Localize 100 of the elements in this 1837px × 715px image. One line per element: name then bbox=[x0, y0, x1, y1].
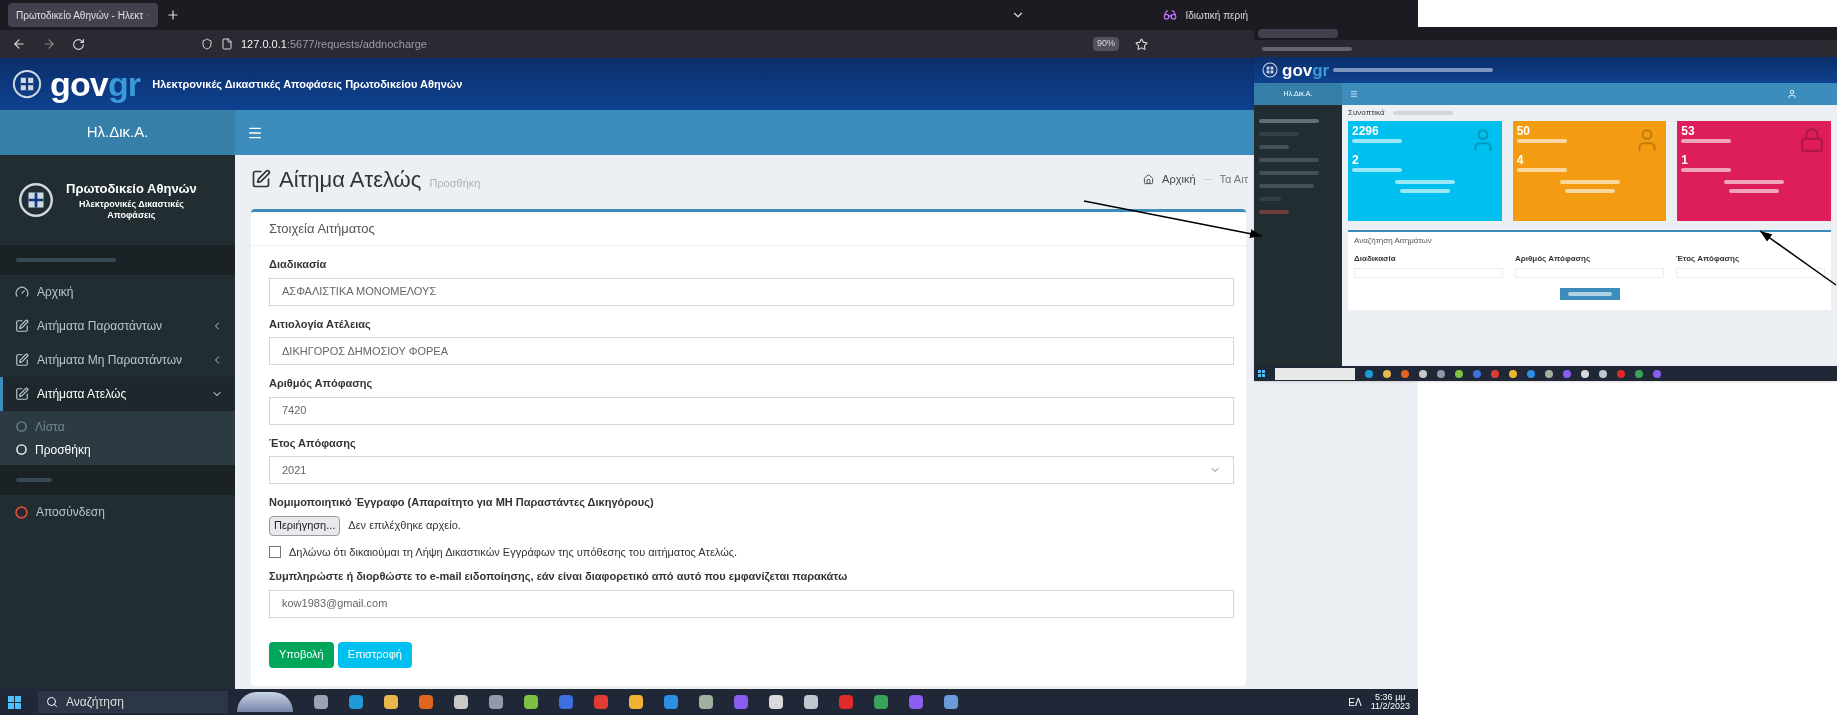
bookmark-star-icon[interactable] bbox=[1135, 37, 1148, 51]
field-label: Αριθμός Απόφασης bbox=[1515, 253, 1592, 265]
stat-number: 4 bbox=[1516, 153, 1525, 168]
field-label: Αιτιολογία Ατέλειας bbox=[269, 316, 372, 332]
stat-number: 53 bbox=[1681, 124, 1696, 139]
sidebar-subitem[interactable]: Προσθήκη bbox=[0, 438, 235, 461]
stat-number: 2 bbox=[1352, 153, 1360, 168]
stat-number: 50 bbox=[1516, 124, 1532, 139]
app-icon[interactable] bbox=[349, 695, 363, 709]
blurred-text bbox=[1259, 184, 1314, 188]
browser-tab[interactable]: Πρωτοδικείο Αθηνών - Ηλεκτ bbox=[8, 3, 158, 27]
back-icon[interactable] bbox=[12, 37, 26, 51]
shield-icon bbox=[201, 38, 213, 50]
app-icon[interactable] bbox=[664, 695, 678, 709]
sidebar-group[interactable]: Αιτήματα Παραστάντων bbox=[0, 309, 235, 343]
app-icon[interactable] bbox=[524, 695, 538, 709]
blurred-text bbox=[1729, 189, 1780, 193]
blurred-text bbox=[1567, 292, 1612, 296]
blurred-text bbox=[1259, 158, 1319, 162]
app-icon[interactable] bbox=[769, 695, 783, 709]
text-field[interactable]: ΑΣΦΑΛΙΣΤΙΚΑ ΜΟΝΟΜΕΛΟΥΣ bbox=[269, 277, 1234, 306]
checkbox[interactable] bbox=[269, 545, 281, 558]
app-icon[interactable] bbox=[944, 695, 958, 709]
dashboard-icon bbox=[15, 285, 29, 299]
blurred-text bbox=[1259, 119, 1319, 123]
app-icon[interactable] bbox=[419, 695, 433, 709]
weather-picture bbox=[237, 692, 293, 712]
logout-icon bbox=[15, 505, 28, 519]
windows-start-icon bbox=[1258, 370, 1265, 377]
text-field[interactable]: kow1983@gmail.com bbox=[269, 589, 1234, 618]
blurred-text bbox=[1259, 145, 1289, 149]
forward-icon[interactable] bbox=[42, 37, 56, 51]
field-label: Νομιμοποιητικό Έγγραφο (Απαραίτητο για ΜΗ Παραστάντες Δικηγόρους) bbox=[269, 495, 655, 510]
zoom-badge[interactable]: 90% bbox=[1093, 37, 1119, 51]
clock-date: 11/2/2023 bbox=[1370, 702, 1410, 711]
emblem-icon bbox=[1262, 62, 1278, 78]
user-title: Πρωτοδικείο Αθηνών bbox=[66, 180, 197, 198]
app-icon[interactable] bbox=[314, 695, 328, 709]
page-title: Συνοπτικά bbox=[1348, 107, 1385, 119]
blurred-text bbox=[1516, 139, 1567, 143]
app-icon[interactable] bbox=[699, 695, 713, 709]
blurred-text bbox=[1352, 139, 1402, 143]
app-icon[interactable] bbox=[594, 695, 608, 709]
taskbar-search-field[interactable]: Αναζήτηση bbox=[38, 691, 228, 713]
field-label: Αριθμός Απόφασης bbox=[269, 376, 374, 391]
breadcrumb-link[interactable]: Αρχική bbox=[1162, 170, 1196, 188]
text-field[interactable]: 7420 bbox=[269, 396, 1234, 425]
app-icon[interactable] bbox=[874, 695, 888, 709]
new-tab-icon[interactable] bbox=[166, 8, 180, 22]
app-icon[interactable] bbox=[839, 695, 853, 709]
clock-time: 5:36 μμ bbox=[1375, 693, 1406, 702]
blurred-text bbox=[1516, 168, 1567, 172]
app-icon[interactable] bbox=[629, 695, 643, 709]
blurred-text bbox=[1259, 171, 1319, 175]
url-field[interactable]: 127.0.0.1:5677/requests/addnocharge 90% bbox=[201, 33, 1148, 55]
checkbox-label: Δηλώνω ότι δικαιούμαι τη Λήψη Δικαστικών Εγγράφων της υπόθεσης του αιτήματος Ατελώς. bbox=[289, 544, 738, 560]
blurred-text bbox=[1394, 180, 1455, 184]
app-icon[interactable] bbox=[909, 695, 923, 709]
text-field[interactable]: ΔΙΚΗΓΟΡΟΣ ΔΗΜΟΣΙΟΥ ΦΟΡΕΑ bbox=[269, 337, 1234, 365]
user-subtitle: Ηλεκτρονικές Δικαστικές Αποφάσεις bbox=[77, 198, 185, 221]
circle-icon bbox=[16, 421, 27, 432]
sidebar-group[interactable]: Αιτήματα Ατελώς bbox=[0, 377, 235, 411]
field-label: Έτος Απόφασης bbox=[269, 435, 357, 451]
blurred-text bbox=[1352, 168, 1402, 172]
navbar-brand[interactable]: Ηλ.Δικ.Α. bbox=[0, 110, 235, 155]
app-icon[interactable] bbox=[489, 695, 503, 709]
app-icon[interactable] bbox=[384, 695, 398, 709]
govgr-logo: govgr bbox=[50, 67, 141, 101]
edit-icon bbox=[251, 169, 271, 189]
page-title: Αίτημα Ατελώς bbox=[279, 165, 422, 194]
private-label: Ιδιωτική περιή bbox=[1185, 8, 1248, 23]
blurred-text bbox=[16, 478, 52, 482]
windows-start-icon[interactable] bbox=[8, 695, 21, 709]
sidebar-group[interactable]: Αιτήματα Μη Παραστάντων bbox=[0, 343, 235, 377]
blurred-text bbox=[1724, 180, 1785, 184]
select-field[interactable]: 2021 bbox=[269, 456, 1234, 484]
field-label: Συμπληρώστε ή διορθώστε το e-mail ειδοποίησης, εάν είναι διαφορετικό από αυτό που εμφανίζεται παρακάτω bbox=[269, 569, 849, 584]
field-label: Διαδικασία bbox=[269, 257, 328, 272]
language-indicator[interactable]: ΕΛ bbox=[1348, 694, 1362, 710]
app-icon[interactable] bbox=[454, 695, 468, 709]
govgr-logo: govgr bbox=[1282, 61, 1330, 79]
file-status: Δεν επιλέχθηκε αρχείο. bbox=[348, 518, 461, 534]
blurred-text bbox=[1559, 180, 1620, 184]
stat-number: 1 bbox=[1681, 153, 1690, 168]
circle-icon bbox=[16, 444, 27, 455]
blurred-text bbox=[1399, 189, 1450, 193]
field-label: Έτος Απόφασης bbox=[1676, 253, 1741, 265]
page-subtitle: Προσθήκη bbox=[429, 175, 481, 191]
reload-icon[interactable] bbox=[72, 37, 85, 51]
menu-icon bbox=[1350, 90, 1358, 98]
breadcrumb-link[interactable]: Τα Αιτ bbox=[1219, 170, 1248, 188]
sidebar-link[interactable]: Αρχική bbox=[37, 283, 74, 301]
app-icon[interactable] bbox=[734, 695, 748, 709]
app-icon[interactable] bbox=[559, 695, 573, 709]
app-icon[interactable] bbox=[804, 695, 818, 709]
card-title: Στοιχεία Αιτήματος bbox=[251, 212, 1246, 246]
edit-icon bbox=[15, 387, 29, 401]
sidebar-link[interactable]: Αποσύνδεση bbox=[36, 503, 105, 521]
blurred-text bbox=[1681, 139, 1732, 143]
browse-button[interactable]: Περιήγηση... bbox=[269, 515, 341, 536]
